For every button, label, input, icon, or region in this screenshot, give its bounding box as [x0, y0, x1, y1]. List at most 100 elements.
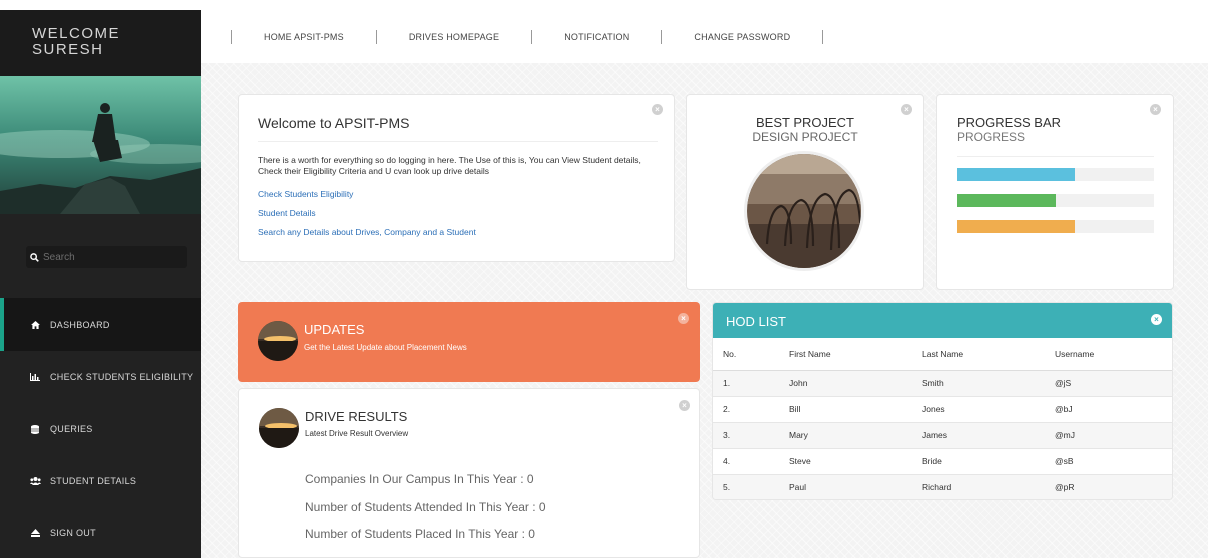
sidebar-item-student-details[interactable]: STUDENT DETAILS: [0, 455, 201, 507]
progress-bar-3: [957, 220, 1154, 233]
hod-list-title: HOD LIST: [726, 314, 786, 329]
stat-students-placed: Number of Students Placed In This Year :…: [305, 527, 535, 541]
sidebar-item-queries[interactable]: QUERIES: [0, 403, 201, 455]
column-header: No.: [713, 338, 779, 371]
drive-results-avatar: [259, 408, 299, 448]
table-cell: Paul: [779, 473, 912, 499]
table-row: 4. Steve Bride @sB: [713, 447, 1172, 474]
search-box: [26, 246, 187, 268]
users-icon: [28, 477, 42, 485]
welcome-header: WELCOME SURESH: [0, 10, 201, 76]
updates-avatar: [258, 321, 298, 361]
progress-panel: × PROGRESS BAR PROGRESS: [936, 94, 1174, 290]
updates-subtitle: Get the Latest Update about Placement Ne…: [304, 343, 467, 352]
column-header: Last Name: [912, 338, 1045, 371]
table-row: 1. John Smith @jS: [713, 369, 1172, 396]
progress-title: PROGRESS BAR: [957, 115, 1062, 130]
search-icon: [30, 252, 39, 262]
search-input[interactable]: [43, 251, 183, 263]
table-cell: @sB: [1045, 447, 1172, 474]
best-project-panel: × BEST PROJECT DESIGN PROJECT: [686, 94, 924, 290]
table-cell: 5.: [713, 473, 779, 499]
divider: [258, 141, 658, 142]
column-header: Username: [1045, 338, 1172, 371]
nav-separator: [822, 29, 824, 44]
close-icon[interactable]: ×: [679, 400, 690, 411]
sidebar-item-label: QUERIES: [50, 424, 93, 434]
project-image: [744, 151, 864, 271]
table-cell: 4.: [713, 447, 779, 474]
progress-bar-2: [957, 194, 1154, 207]
stat-companies: Companies In Our Campus In This Year : 0: [305, 472, 534, 486]
close-icon[interactable]: ×: [1150, 104, 1161, 115]
divider: [957, 156, 1154, 157]
table-cell: Smith: [912, 369, 1045, 396]
link-search-details[interactable]: Search any Details about Drives, Company…: [258, 227, 476, 237]
table-cell: Mary: [779, 421, 912, 448]
table-row: 5. Paul Richard @pR: [713, 473, 1172, 499]
table-cell: Bill: [779, 395, 912, 422]
table-cell: @pR: [1045, 473, 1172, 499]
hod-list-header: HOD LIST ×: [713, 303, 1172, 338]
top-navigation: HOME APSIT-PMS DRIVES HOMEPAGE NOTIFICAT…: [201, 10, 1208, 63]
table-cell: 3.: [713, 421, 779, 448]
welcome-description: There is a worth for everything so do lo…: [258, 155, 641, 176]
welcome-panel: × Welcome to APSIT-PMS There is a worth …: [238, 94, 675, 262]
table-cell: 2.: [713, 395, 779, 422]
table-cell: Steve: [779, 447, 912, 474]
link-student-details[interactable]: Student Details: [258, 208, 316, 218]
drive-results-subtitle: Latest Drive Result Overview: [305, 429, 409, 438]
close-icon[interactable]: ×: [652, 104, 663, 115]
hod-table: No. First Name Last Name Username 1. Joh…: [713, 338, 1172, 499]
nav-link-notification[interactable]: NOTIFICATION: [532, 32, 661, 42]
table-cell: James: [912, 421, 1045, 448]
close-icon[interactable]: ×: [678, 313, 689, 324]
sidebar-item-check-students-eligibility[interactable]: CHECK STUDENTS ELIGIBILITY: [0, 351, 201, 403]
welcome-line-1: WELCOME: [32, 25, 121, 42]
nav-link-change-password[interactable]: CHANGE PASSWORD: [662, 32, 822, 42]
progress-fill: [957, 220, 1076, 233]
eject-icon: [28, 529, 42, 537]
top-strip: [0, 0, 1208, 10]
home-icon: [28, 320, 42, 329]
sidebar-item-label: STUDENT DETAILS: [50, 476, 137, 486]
close-icon[interactable]: ×: [1151, 314, 1162, 325]
sidebar-item-dashboard[interactable]: DASHBOARD: [0, 298, 201, 351]
table-row: 3. Mary James @mJ: [713, 421, 1172, 448]
table-cell: Jones: [912, 395, 1045, 422]
drive-results-title: DRIVE RESULTS: [305, 409, 408, 424]
sidebar-item-label: CHECK STUDENTS ELIGIBILITY: [50, 372, 194, 382]
progress-fill: [957, 194, 1056, 207]
progress-subtitle: PROGRESS: [957, 130, 1026, 144]
table-cell: Richard: [912, 473, 1045, 499]
best-project-title: BEST PROJECT: [755, 115, 854, 130]
stat-students-attended: Number of Students Attended In This Year…: [305, 500, 546, 514]
drive-results-panel: × DRIVE RESULTS Latest Drive Result Over…: [238, 388, 700, 558]
bar-chart-icon: [28, 373, 42, 381]
best-project-subtitle: DESIGN PROJECT: [752, 130, 858, 144]
progress-bar-1: [957, 168, 1154, 181]
updates-title: UPDATES: [304, 322, 365, 337]
sidebar-item-label: SIGN OUT: [50, 528, 96, 538]
sidebar: WELCOME SURESH Search DASHBOARD CHECK ST…: [0, 10, 201, 558]
table-cell: @bJ: [1045, 395, 1172, 422]
sidebar-item-sign-out[interactable]: SIGN OUT: [0, 507, 201, 558]
sidebar-item-label: DASHBOARD: [50, 319, 110, 330]
table-cell: 1.: [713, 369, 779, 396]
table-cell: John: [779, 369, 912, 396]
nav-link-home[interactable]: HOME APSIT-PMS: [232, 32, 376, 42]
hod-list-panel: HOD LIST × No. First Name Last Name User…: [712, 302, 1173, 500]
column-header: First Name: [779, 338, 912, 371]
close-icon[interactable]: ×: [901, 104, 912, 115]
database-icon: [28, 424, 42, 434]
main-content: HOME APSIT-PMS DRIVES HOMEPAGE NOTIFICAT…: [201, 10, 1208, 558]
welcome-line-2: SURESH: [32, 41, 104, 58]
nav-link-drives-homepage[interactable]: DRIVES HOMEPAGE: [377, 32, 531, 42]
table-cell: @mJ: [1045, 421, 1172, 448]
updates-panel: × UPDATES Get the Latest Update about Pl…: [238, 302, 700, 382]
table-cell: @jS: [1045, 369, 1172, 396]
table-row: 2. Bill Jones @bJ: [713, 395, 1172, 422]
welcome-title: Welcome to APSIT-PMS: [258, 115, 410, 131]
link-check-students-eligibility[interactable]: Check Students Eligibility: [258, 189, 353, 199]
progress-fill: [957, 168, 1076, 181]
